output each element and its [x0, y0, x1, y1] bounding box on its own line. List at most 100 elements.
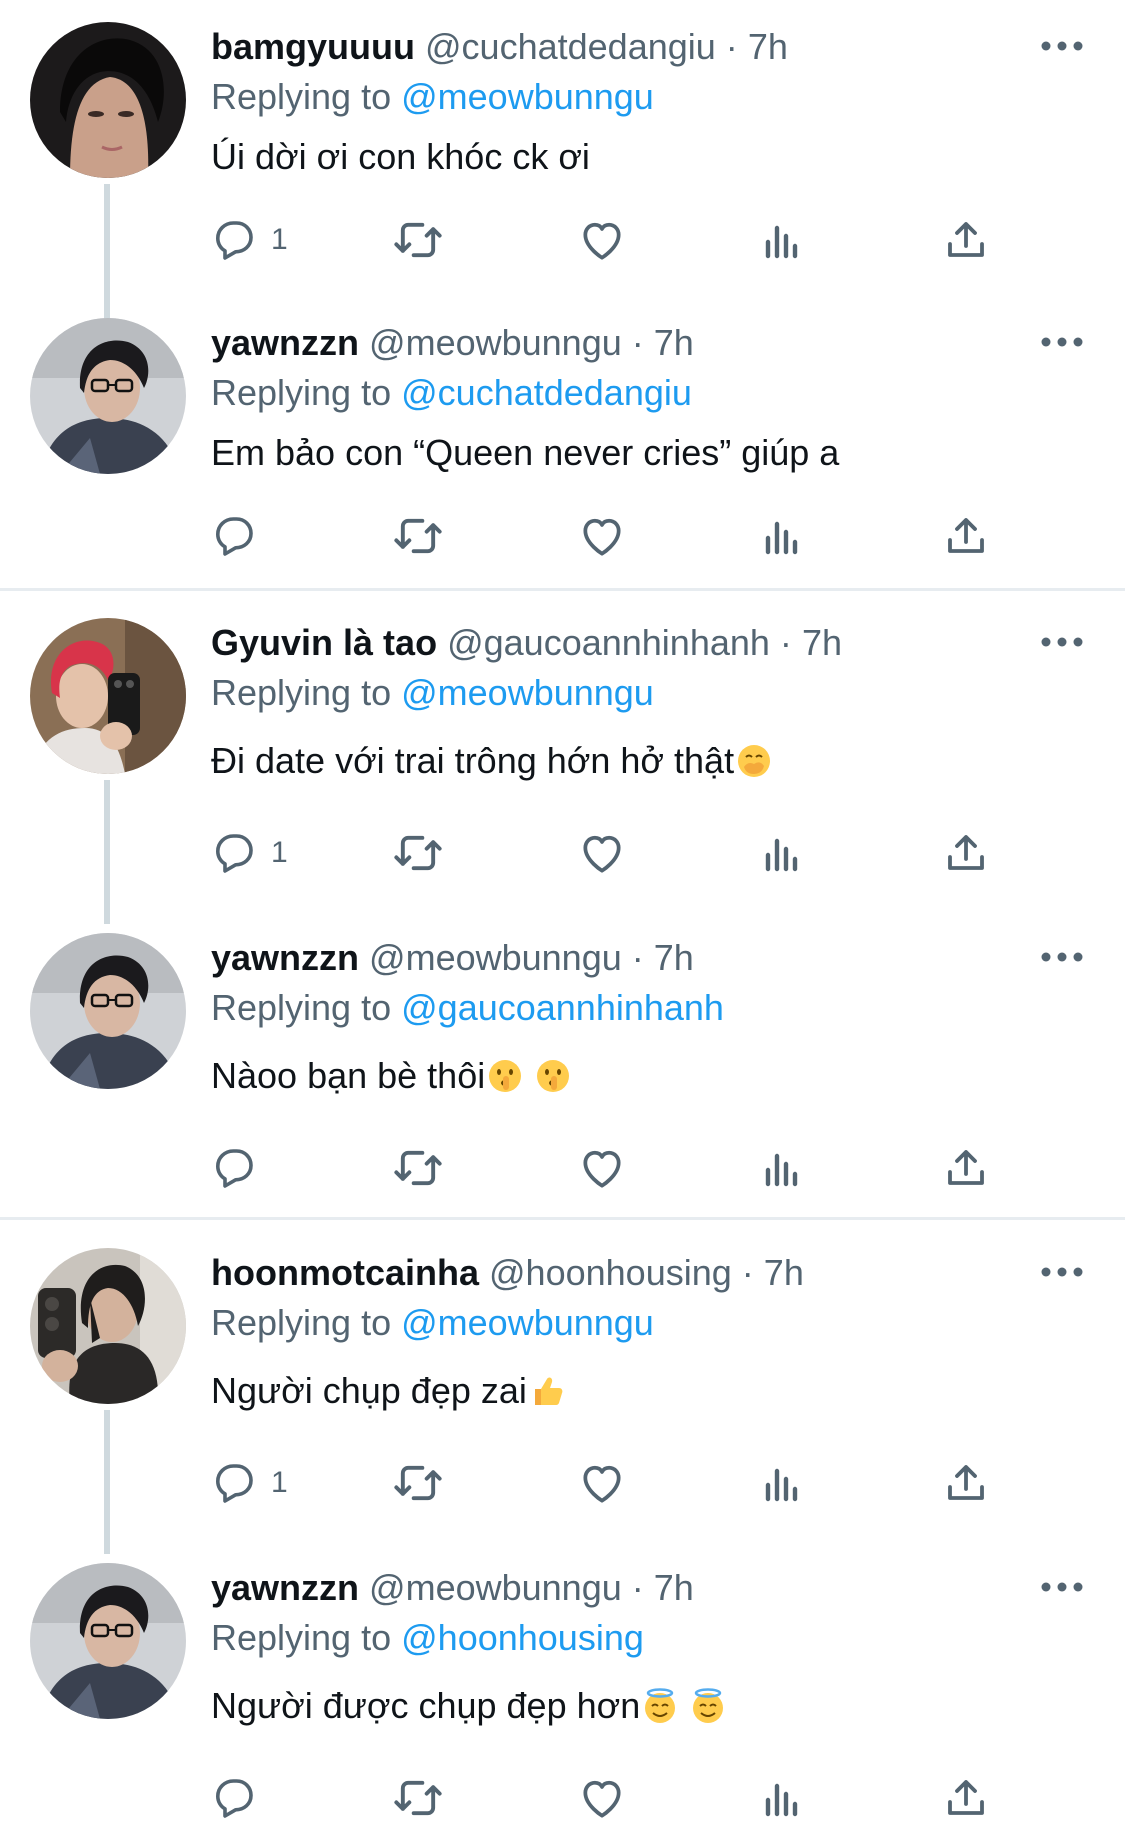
tweet[interactable]: hoonmotcainha @hoonhousing · 7h Replying…: [0, 1248, 1125, 1554]
display-name[interactable]: hoonmotcainha: [211, 1252, 479, 1293]
share-button[interactable]: [942, 508, 990, 564]
tweet[interactable]: Gyuvin là tao @gaucoannhinhanh · 7h Repl…: [0, 618, 1125, 924]
tweet[interactable]: yawnzzn @meowbunngu · 7h Replying to @ho…: [0, 1563, 1125, 1833]
reply-button[interactable]: 1: [211, 212, 288, 268]
replying-label: Replying to: [211, 1617, 392, 1658]
replying-to: Replying to @hoonhousing: [211, 1613, 644, 1663]
tweet-text: Người chụp đẹp zai: [211, 1366, 565, 1416]
retweet-button[interactable]: [392, 508, 444, 564]
views-button[interactable]: [758, 508, 806, 564]
like-button[interactable]: [577, 825, 627, 881]
mention-link[interactable]: @meowbunngu: [401, 76, 654, 117]
share-button[interactable]: [942, 1455, 990, 1511]
mention-link[interactable]: @meowbunngu: [401, 1302, 654, 1343]
like-button[interactable]: [577, 508, 627, 564]
more-icon[interactable]: [1040, 1260, 1084, 1284]
avatar[interactable]: [30, 1563, 186, 1719]
tweet-text-content: Nàoo bạn bè thôi: [211, 1055, 486, 1096]
reply-icon: [216, 1779, 253, 1818]
avatar[interactable]: [30, 1248, 186, 1404]
user-handle[interactable]: @cuchatdedangiu: [425, 26, 716, 67]
timestamp[interactable]: 7h: [654, 322, 694, 363]
timestamp[interactable]: 7h: [654, 1567, 694, 1608]
smiling-face-with-halo-emoji-icon: [693, 1688, 724, 1723]
timestamp[interactable]: 7h: [802, 622, 842, 663]
views-button[interactable]: [758, 1770, 806, 1826]
display-name[interactable]: yawnzzn: [211, 322, 359, 363]
views-icon: [765, 225, 798, 259]
reply-icon: [216, 1464, 253, 1503]
action-bar: 1: [0, 1455, 1125, 1511]
tweet-header: Gyuvin là tao @gaucoannhinhanh · 7h: [211, 618, 842, 668]
timestamp[interactable]: 7h: [764, 1252, 804, 1293]
share-button[interactable]: [942, 1140, 990, 1196]
mention-link[interactable]: @gaucoannhinhanh: [401, 987, 724, 1028]
display-name[interactable]: bamgyuuuu: [211, 26, 415, 67]
like-icon: [583, 222, 621, 260]
like-button[interactable]: [577, 1455, 627, 1511]
views-icon: [765, 1468, 798, 1502]
like-button[interactable]: [577, 1770, 627, 1826]
separator: ·: [779, 622, 792, 663]
timestamp[interactable]: 7h: [748, 26, 788, 67]
tweet[interactable]: yawnzzn @meowbunngu · 7h Replying to @cu…: [0, 318, 1125, 568]
user-handle[interactable]: @gaucoannhinhanh: [447, 622, 770, 663]
retweet-icon: [394, 222, 442, 258]
like-button[interactable]: [577, 212, 627, 268]
tweet-text: Đi date với trai trông hớn hở thật: [211, 736, 772, 786]
mention-link[interactable]: @meowbunngu: [401, 672, 654, 713]
like-button[interactable]: [577, 1140, 627, 1196]
retweet-icon: [394, 1780, 442, 1816]
like-icon: [583, 518, 621, 556]
tweet[interactable]: bamgyuuuu @cuchatdedangiu · 7h Replying …: [0, 22, 1125, 328]
action-bar: [0, 508, 1125, 564]
action-bar: [0, 1770, 1125, 1826]
reply-icon: [216, 834, 253, 873]
more-icon[interactable]: [1040, 330, 1084, 354]
retweet-button[interactable]: [392, 212, 444, 268]
share-button[interactable]: [942, 1770, 990, 1826]
reply-button[interactable]: [211, 1770, 271, 1826]
views-icon: [765, 1153, 798, 1187]
reply-count: 1: [271, 836, 288, 869]
retweet-button[interactable]: [392, 1455, 444, 1511]
share-icon: [948, 1780, 984, 1815]
tweet-text-content: Người chụp đẹp zai: [211, 1370, 527, 1411]
mention-link[interactable]: @hoonhousing: [401, 1617, 644, 1658]
display-name[interactable]: yawnzzn: [211, 937, 359, 978]
mention-link[interactable]: @cuchatdedangiu: [401, 372, 692, 413]
reply-button[interactable]: 1: [211, 1455, 288, 1511]
more-icon[interactable]: [1040, 34, 1084, 58]
timestamp[interactable]: 7h: [654, 937, 694, 978]
avatar[interactable]: [30, 618, 186, 774]
display-name[interactable]: Gyuvin là tao: [211, 622, 437, 663]
views-button[interactable]: [758, 212, 806, 268]
reply-icon: [216, 221, 253, 260]
tweet[interactable]: yawnzzn @meowbunngu · 7h Replying to @ga…: [0, 933, 1125, 1188]
avatar[interactable]: [30, 22, 186, 178]
avatar[interactable]: [30, 933, 186, 1089]
avatar[interactable]: [30, 318, 186, 474]
reply-button[interactable]: 1: [211, 825, 288, 881]
retweet-button[interactable]: [392, 1770, 444, 1826]
display-name[interactable]: yawnzzn: [211, 1567, 359, 1608]
views-button[interactable]: [758, 1140, 806, 1196]
reply-button[interactable]: [211, 1140, 271, 1196]
share-button[interactable]: [942, 212, 990, 268]
user-handle[interactable]: @meowbunngu: [369, 937, 622, 978]
user-handle[interactable]: @meowbunngu: [369, 322, 622, 363]
views-button[interactable]: [758, 1455, 806, 1511]
user-handle[interactable]: @hoonhousing: [489, 1252, 732, 1293]
more-icon[interactable]: [1040, 1575, 1084, 1599]
thumbs-up-emoji-icon: [534, 1377, 563, 1405]
more-icon[interactable]: [1040, 630, 1084, 654]
retweet-button[interactable]: [392, 1140, 444, 1196]
replying-to: Replying to @meowbunngu: [211, 668, 654, 718]
views-button[interactable]: [758, 825, 806, 881]
tweet-text-content: Người được chụp đẹp hơn: [211, 1685, 641, 1726]
share-button[interactable]: [942, 825, 990, 881]
user-handle[interactable]: @meowbunngu: [369, 1567, 622, 1608]
reply-button[interactable]: [211, 508, 271, 564]
more-icon[interactable]: [1040, 945, 1084, 969]
retweet-button[interactable]: [392, 825, 444, 881]
